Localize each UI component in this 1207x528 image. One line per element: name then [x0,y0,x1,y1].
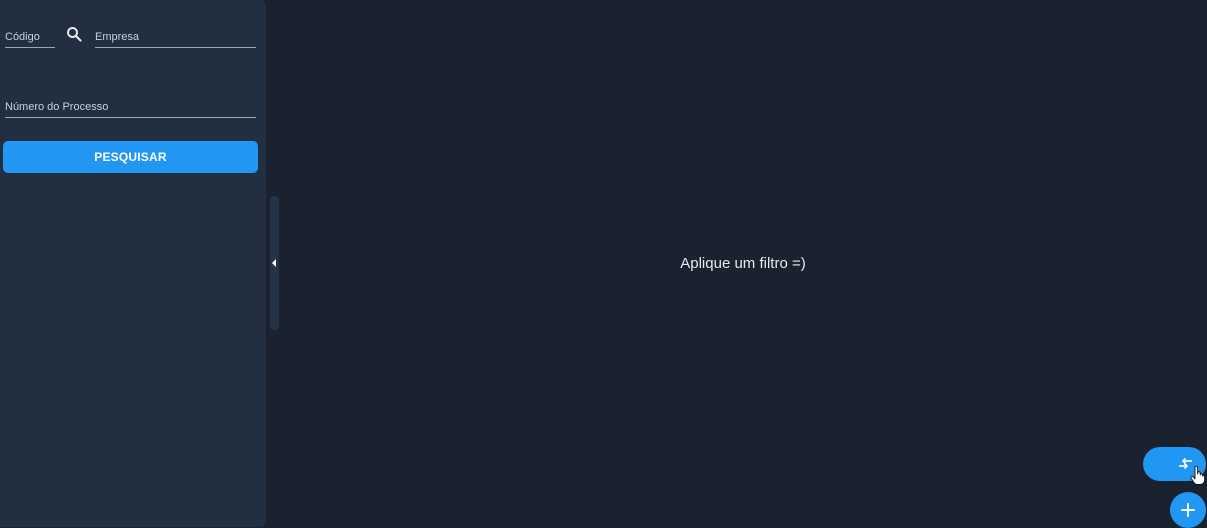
chevron-left-icon [272,259,276,267]
empresa-field-wrapper [95,27,256,48]
filter-sidebar: PESQUISAR [0,0,266,527]
plus-icon [1180,502,1196,518]
search-button[interactable]: PESQUISAR [3,141,258,173]
numero-processo-input[interactable] [5,97,256,117]
hand-pointer-icon [1190,465,1206,485]
codigo-field-wrapper [5,27,55,48]
search-icon[interactable] [66,26,82,42]
processo-field-wrapper [5,97,256,118]
add-fab-button[interactable] [1170,492,1206,528]
app-window: PESQUISAR Aplique um filtro =) [0,0,1207,528]
empty-state-message: Aplique um filtro =) [680,255,806,272]
empresa-input[interactable] [95,27,256,47]
codigo-input[interactable] [5,27,55,47]
sidebar-collapse-handle[interactable] [270,196,279,330]
